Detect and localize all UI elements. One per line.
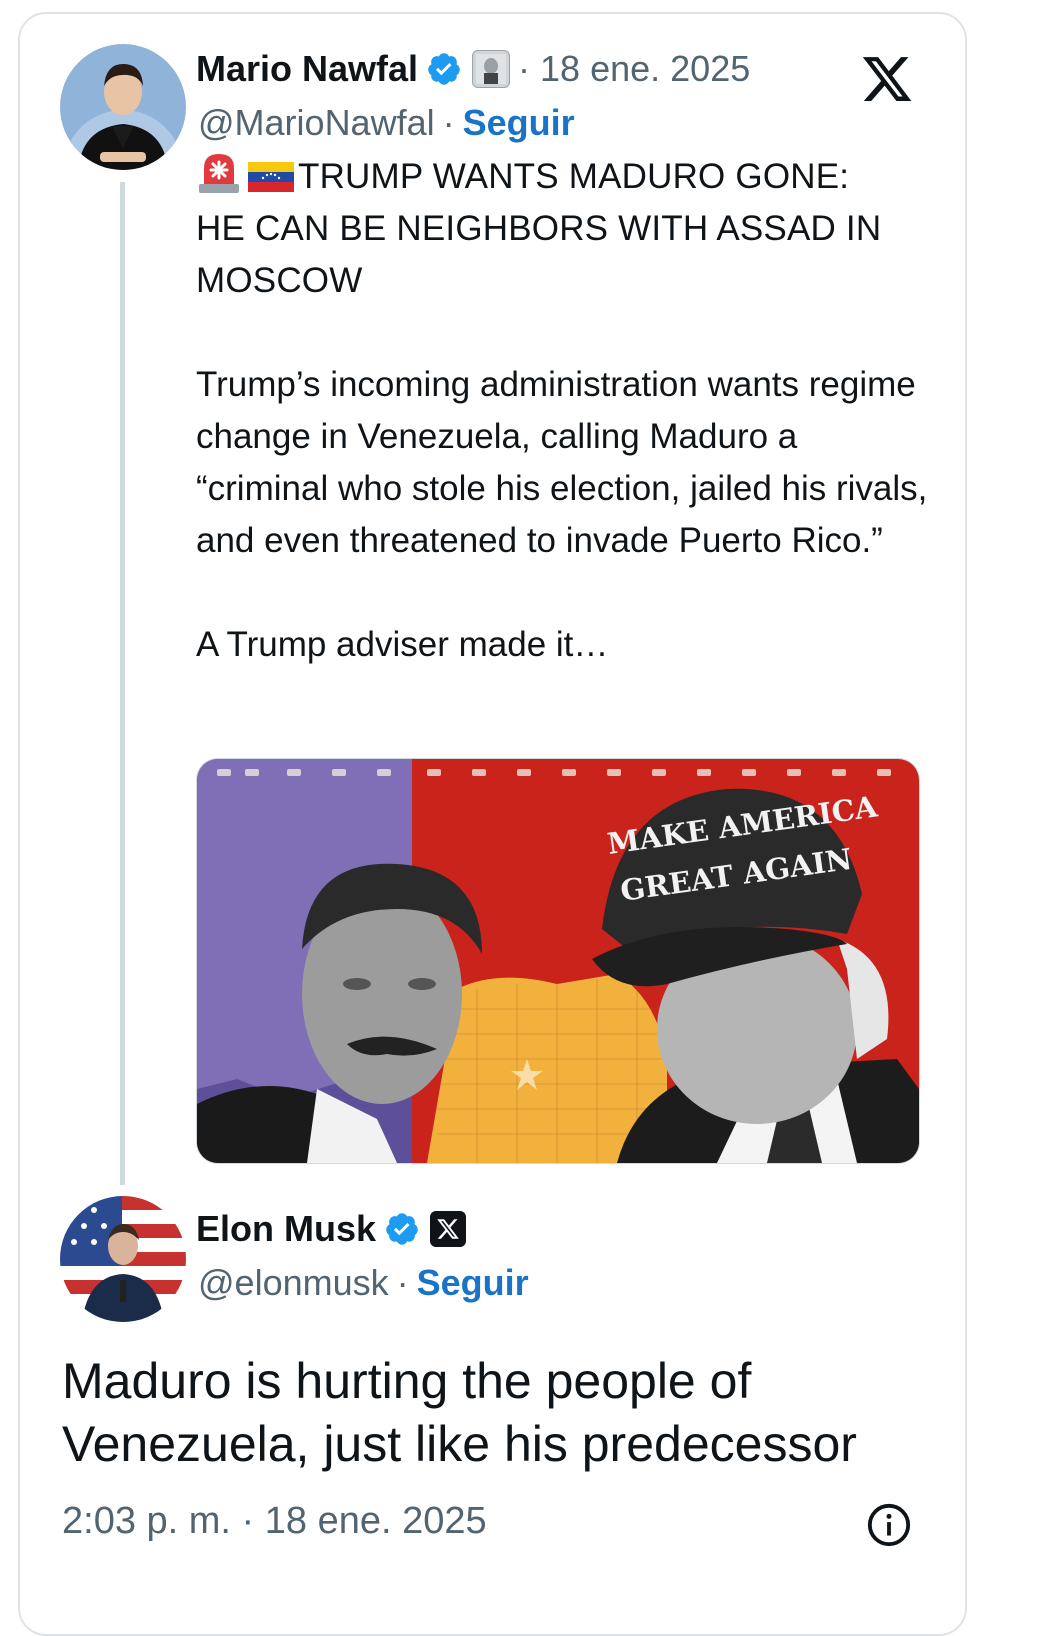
post-text: TRUMP WANTS MADURO GONE: HE CAN BE NEIGH… bbox=[196, 150, 936, 671]
x-affiliate-badge-icon[interactable] bbox=[430, 1211, 467, 1247]
siren-emoji-icon bbox=[199, 154, 239, 193]
x-logo-icon[interactable] bbox=[858, 52, 916, 106]
post-teaser[interactable]: A Trump adviser made it… bbox=[196, 619, 936, 671]
reply-text: Maduro is hurting the people of Venezuel… bbox=[62, 1353, 857, 1472]
post-date[interactable]: · 18 ene. 2025 bbox=[518, 48, 750, 90]
thread-connector-line bbox=[120, 182, 125, 1185]
post-media-image[interactable]: MAKE AMERICA GREAT AGAIN bbox=[196, 758, 920, 1164]
avatar-image bbox=[60, 44, 186, 170]
info-icon[interactable] bbox=[866, 1502, 912, 1548]
avatar-image bbox=[60, 1196, 186, 1322]
affiliate-badge-icon[interactable] bbox=[472, 50, 511, 88]
verified-badge-icon bbox=[386, 1213, 418, 1245]
x-affiliate-badge-image bbox=[437, 1219, 459, 1239]
separator-dot: · bbox=[442, 102, 455, 143]
author-handle[interactable]: @MarioNawfal bbox=[198, 102, 435, 144]
reply-handle-row: @elonmusk · Seguir bbox=[198, 1262, 529, 1304]
post-handle-row: @MarioNawfal · Seguir bbox=[198, 102, 575, 144]
author-name[interactable]: Mario Nawfal bbox=[196, 48, 418, 90]
separator-dot: · bbox=[396, 1262, 409, 1303]
verified-badge-icon bbox=[428, 53, 460, 85]
follow-button[interactable]: Seguir bbox=[463, 102, 575, 144]
avatar-elon-musk[interactable] bbox=[60, 1196, 186, 1322]
avatar-mario-nawfal[interactable] bbox=[60, 44, 186, 170]
reply-author-row: Elon Musk bbox=[196, 1208, 467, 1250]
headline-line-1: TRUMP WANTS MADURO GONE: bbox=[298, 157, 850, 196]
affiliate-badge-image bbox=[476, 54, 507, 84]
reply-timestamp[interactable]: 2:03 p. m. · 18 ene. 2025 bbox=[62, 1500, 487, 1543]
venezuela-flag-icon bbox=[248, 162, 294, 192]
headline-rest: HE CAN BE NEIGHBORS WITH ASSAD IN MOSCOW bbox=[196, 209, 882, 300]
reply-author-handle[interactable]: @elonmusk bbox=[198, 1262, 389, 1304]
reply-follow-button[interactable]: Seguir bbox=[417, 1262, 529, 1304]
post-author-row: Mario Nawfal · 18 ene. 2025 bbox=[196, 48, 750, 90]
media-illustration: MAKE AMERICA GREAT AGAIN bbox=[197, 759, 919, 1163]
post-paragraph: Trump’s incoming administration wants re… bbox=[196, 365, 928, 560]
reply-author-name[interactable]: Elon Musk bbox=[196, 1208, 376, 1250]
